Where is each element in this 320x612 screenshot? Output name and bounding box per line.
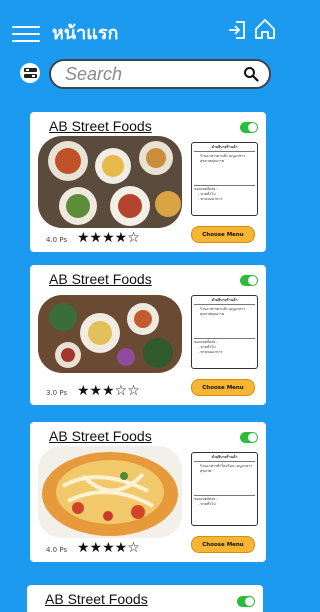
star-rating: ★★★☆☆ — [77, 383, 140, 399]
delivery-item: - ขายทั่วไป — [198, 502, 216, 506]
delivery-item: - ทานขออาหาร — [198, 350, 223, 354]
description-body: ร้านอาหารตามสั่ง เมนูอาหารสุขภาพคุณภาพ — [200, 307, 246, 316]
search-input[interactable] — [65, 64, 235, 84]
restaurant-name[interactable]: AB Street Foods — [45, 591, 148, 607]
restaurant-card: AB Street Foods คำอธิบายร้านค้า ร้านอาหา… — [30, 112, 266, 252]
food-image — [38, 295, 182, 373]
search-icon[interactable] — [243, 66, 259, 82]
description-box: คำอธิบายร้านค้า ร้านอาหารตามสั่ง เมนูอาห… — [191, 295, 258, 369]
restaurant-card: AB Street Foods — [27, 585, 263, 612]
enabled-toggle[interactable] — [240, 432, 258, 443]
restaurant-card: AB Street Foods คำอธิบายร้านค้า ร้านอาหา… — [30, 422, 266, 562]
home-icon[interactable] — [254, 18, 276, 40]
delivery-item: - ทานขออาหาร — [198, 197, 223, 201]
description-body: ร้านอาหารตามสั่ง เมนูอาหารสุขภาพคุณภาพ — [200, 154, 246, 163]
enabled-toggle[interactable] — [240, 122, 258, 133]
food-image — [38, 446, 182, 538]
divider — [194, 495, 255, 496]
restaurant-name[interactable]: AB Street Foods — [49, 428, 152, 444]
star-rating: ★★★★☆ — [77, 230, 140, 246]
restaurant-card: AB Street Foods คำอธิบายร้านค้า ร้านอาหา… — [30, 265, 266, 405]
description-box: คำอธิบายร้านค้า ร้านอาหารทำใหม่ร้อน เมนู… — [191, 452, 258, 526]
restaurant-name[interactable]: AB Street Foods — [49, 271, 152, 287]
filter-icon[interactable] — [20, 63, 40, 83]
enabled-toggle[interactable] — [237, 596, 255, 607]
restaurant-name[interactable]: AB Street Foods — [49, 118, 152, 134]
search-box — [49, 59, 271, 89]
enabled-toggle[interactable] — [240, 275, 258, 286]
page-title: หน้าแรก — [52, 23, 119, 44]
description-title: คำอธิบายร้านค้า — [194, 298, 255, 305]
description-title: คำอธิบายร้านค้า — [194, 145, 255, 152]
choose-menu-button[interactable]: Choose Menu — [191, 536, 255, 553]
rating-text: 4.0 Ps — [46, 546, 68, 554]
divider — [194, 338, 255, 339]
app-header: หน้าแรก — [0, 0, 281, 56]
star-rating: ★★★★☆ — [77, 540, 140, 556]
description-box: คำอธิบายร้านค้า ร้านอาหารตามสั่ง เมนูอาห… — [191, 142, 258, 216]
description-body: ร้านอาหารทำใหม่ร้อน เมนูอาหารสุขภาพ — [200, 464, 253, 473]
rating-text: 4.0 Ps — [46, 236, 68, 244]
login-icon[interactable] — [227, 20, 247, 40]
choose-menu-button[interactable]: Choose Menu — [191, 226, 255, 243]
divider — [194, 185, 255, 186]
hamburger-icon[interactable] — [12, 26, 40, 42]
choose-menu-button[interactable]: Choose Menu — [191, 379, 255, 396]
rating-text: 3.0 Ps — [46, 389, 68, 397]
food-image — [38, 136, 182, 228]
description-title: คำอธิบายร้านค้า — [194, 455, 255, 462]
